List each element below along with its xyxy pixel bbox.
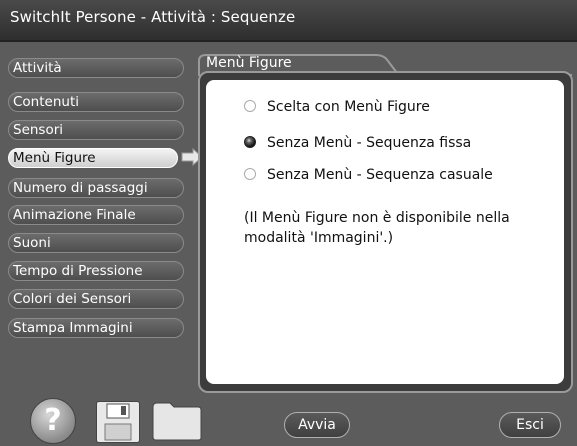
panel-tab: Menù Figure: [198, 53, 568, 73]
info-note: (Il Menù Figure non è disponibile nella …: [244, 210, 510, 246]
sidebar-item-animazione-finale[interactable]: Animazione Finale: [8, 205, 184, 225]
radio-unselected[interactable]: [244, 168, 256, 180]
sidebar-item-suoni[interactable]: Suoni: [8, 233, 184, 253]
sidebar-item-stampa-immagini[interactable]: Stampa Immagini: [8, 318, 184, 338]
sidebar-item-colori-sensori[interactable]: Colori dei Sensori: [8, 289, 184, 309]
option-label: Senza Menù - Sequenza fissa: [267, 135, 472, 151]
panel-title: Menù Figure: [206, 55, 292, 71]
exit-button[interactable]: Esci: [499, 412, 561, 438]
title-bar: SwitchIt Persone - Attività : Sequenze: [0, 0, 577, 42]
sidebar-item-tempo-pressione[interactable]: Tempo di Pressione: [8, 261, 184, 281]
settings-panel: Menù Figure Scelta con Menù Figure Senza…: [198, 53, 573, 395]
radio-unselected[interactable]: [244, 100, 256, 112]
sidebar-item-attivita[interactable]: Attività: [8, 58, 184, 78]
window-title: SwitchIt Persone - Attività : Sequenze: [10, 8, 296, 26]
sidebar-item-menu-figure[interactable]: Menù Figure: [8, 148, 178, 168]
bottom-toolbar: ? Avvia Esci: [0, 395, 577, 444]
option-label: Senza Menù - Sequenza casuale: [267, 167, 493, 183]
start-button[interactable]: Avvia: [284, 412, 350, 438]
floppy-icon: [104, 403, 132, 441]
option-label: Scelta con Menù Figure: [267, 99, 430, 115]
sidebar-item-sensori[interactable]: Sensori: [8, 120, 184, 140]
panel-body: Scelta con Menù Figure Senza Menù - Sequ…: [206, 80, 564, 384]
sidebar-item-numero-passaggi[interactable]: Numero di passaggi: [8, 178, 184, 198]
radio-selected[interactable]: [244, 136, 256, 148]
folder-icon: [152, 402, 202, 441]
help-button[interactable]: ?: [30, 398, 76, 444]
save-button[interactable]: [96, 401, 140, 443]
open-folder-button[interactable]: [152, 401, 202, 441]
sidebar-item-contenuti[interactable]: Contenuti: [8, 92, 184, 112]
